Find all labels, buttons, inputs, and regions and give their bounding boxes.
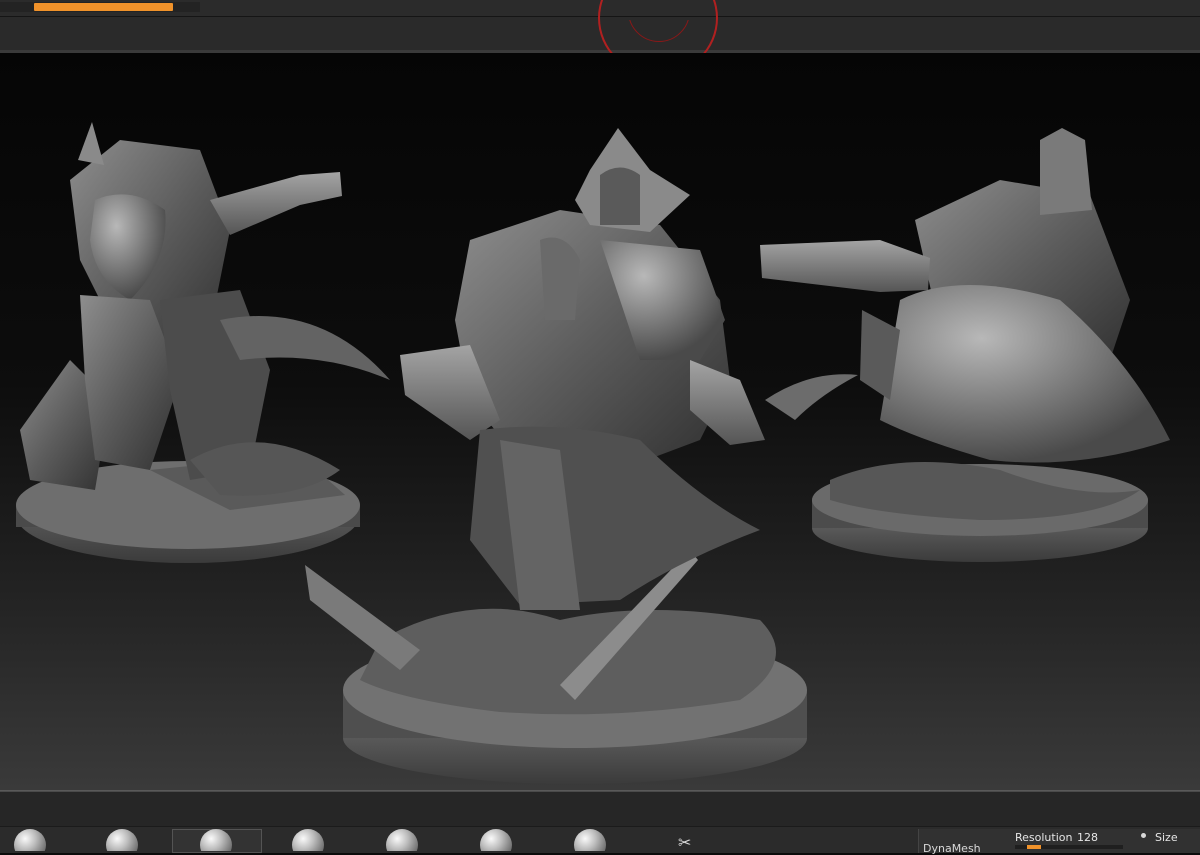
brush-5-ball (386, 829, 418, 851)
brush-1-icon[interactable] (14, 829, 46, 851)
brush-6-icon[interactable] (480, 829, 512, 851)
size-label: Size (1155, 831, 1178, 844)
brush-2-ball (106, 829, 138, 851)
dynamesh-panel: DynaMesh Resolution 128 Size (918, 829, 1200, 855)
scissor-icon[interactable]: ✂ (678, 833, 691, 852)
figure-center[interactable] (305, 128, 807, 784)
brush-3-icon[interactable] (200, 829, 232, 851)
brush-7-icon[interactable] (574, 829, 606, 851)
brush-7-ball (574, 829, 606, 851)
resolution-slider[interactable] (1015, 845, 1123, 849)
brush-5-icon[interactable] (386, 829, 418, 851)
size-radio-icon[interactable] (1141, 833, 1146, 838)
resolution-label: Resolution (1015, 831, 1073, 844)
resolution-value: 128 (1077, 831, 1098, 844)
progress-fill (34, 3, 173, 11)
brush-3-ball (200, 829, 232, 851)
brush-1-ball (14, 829, 46, 851)
3d-viewport[interactable] (0, 53, 1200, 792)
viewport-render (16, 122, 1170, 784)
brush-4-icon[interactable] (292, 829, 324, 851)
brush-4-ball (292, 829, 324, 851)
figure-left[interactable] (16, 122, 390, 563)
brush-2-icon[interactable] (106, 829, 138, 851)
figure-right[interactable] (760, 128, 1170, 562)
resolution-slider-fill (1027, 845, 1041, 849)
brush-6-ball (480, 829, 512, 851)
dynamesh-label[interactable]: DynaMesh (923, 842, 981, 855)
